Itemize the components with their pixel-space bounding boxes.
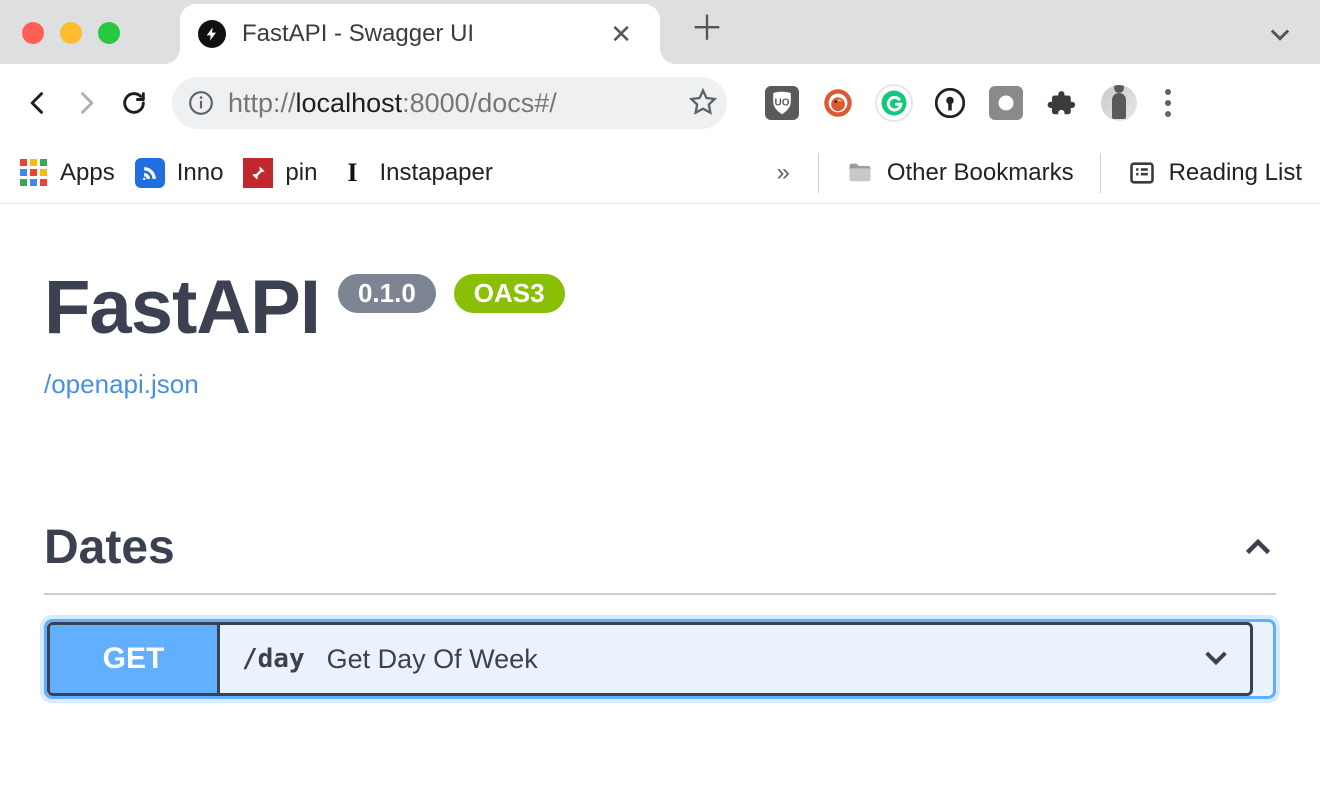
bookmark-instapaper[interactable]: I Instapaper	[337, 158, 492, 188]
chevron-up-icon	[1240, 530, 1276, 566]
operation-get-day[interactable]: GET /day Get Day Of Week	[44, 619, 1276, 699]
tag-section-dates: Dates GET /day Get Day Of Week	[44, 520, 1276, 699]
pocket-extension-icon[interactable]	[989, 86, 1023, 120]
window-zoom-button[interactable]	[98, 22, 120, 44]
oas-badge: OAS3	[454, 274, 565, 313]
http-method-badge: GET	[50, 625, 220, 693]
tag-header[interactable]: Dates	[44, 520, 1276, 595]
swagger-header: FastAPI 0.1.0 OAS3	[44, 264, 1276, 351]
url-text: http://localhost:8000/docs#/	[228, 88, 557, 119]
url-scheme: http://	[228, 88, 296, 118]
apps-grid-icon	[18, 158, 48, 188]
api-title: FastAPI	[44, 264, 320, 351]
extensions-row: UO	[765, 83, 1177, 123]
tag-name: Dates	[44, 520, 175, 575]
chrome-menu-button[interactable]	[1159, 83, 1177, 123]
bookmarks-overflow-button[interactable]: »	[776, 159, 791, 187]
new-tab-button[interactable]: ＋	[690, 1, 724, 50]
chevron-down-icon	[1200, 641, 1250, 678]
bolt-icon	[198, 20, 226, 48]
back-button[interactable]	[18, 83, 58, 123]
reading-list-label: Reading List	[1169, 159, 1302, 187]
other-bookmarks-button[interactable]: Other Bookmarks	[845, 158, 1074, 188]
url-path: :8000/docs#/	[402, 88, 557, 118]
apps-button[interactable]: Apps	[18, 158, 115, 188]
version-badge: 0.1.0	[338, 274, 436, 313]
bookmark-label: Inno	[177, 159, 224, 187]
apps-label: Apps	[60, 159, 115, 187]
separator	[818, 153, 819, 193]
tab-title: FastAPI - Swagger UI	[242, 20, 586, 48]
address-bar[interactable]: http://localhost:8000/docs#/	[172, 77, 727, 129]
tab-overflow-button[interactable]	[1266, 20, 1294, 53]
ublock-extension-icon[interactable]: UO	[765, 86, 799, 120]
rss-icon	[135, 158, 165, 188]
swagger-ui: FastAPI 0.1.0 OAS3 /openapi.json Dates G…	[0, 204, 1320, 739]
window-minimize-button[interactable]	[60, 22, 82, 44]
site-info-icon[interactable]	[188, 90, 214, 116]
window-controls	[22, 22, 120, 44]
pin-icon	[243, 158, 273, 188]
operation-summary: Get Day Of Week	[327, 644, 538, 675]
active-tab[interactable]: FastAPI - Swagger UI ✕	[180, 4, 660, 64]
bookmark-label: Instapaper	[379, 159, 492, 187]
bookmark-pin[interactable]: pin	[243, 158, 317, 188]
other-bookmarks-label: Other Bookmarks	[887, 159, 1074, 187]
forward-button[interactable]	[66, 83, 106, 123]
bookmarks-bar: Apps Inno pin I Instapaper » Other Bookm…	[0, 142, 1320, 204]
bookmark-label: pin	[285, 159, 317, 187]
svg-text:UO: UO	[775, 98, 790, 109]
profile-avatar[interactable]	[1101, 85, 1137, 121]
grammarly-extension-icon[interactable]	[877, 86, 911, 120]
operation-path: /day	[220, 644, 327, 674]
url-host: localhost	[296, 88, 403, 118]
openapi-spec-link[interactable]: /openapi.json	[44, 369, 1276, 400]
instapaper-icon: I	[337, 158, 367, 188]
folder-icon	[845, 158, 875, 188]
duckduckgo-extension-icon[interactable]	[821, 86, 855, 120]
onepassword-extension-icon[interactable]	[933, 86, 967, 120]
reading-list-button[interactable]: Reading List	[1127, 158, 1302, 188]
reload-button[interactable]	[114, 83, 154, 123]
operation-inner: GET /day Get Day Of Week	[47, 622, 1253, 696]
reading-list-icon	[1127, 158, 1157, 188]
bookmark-star-button[interactable]	[689, 87, 717, 120]
toolbar: http://localhost:8000/docs#/ UO	[0, 64, 1320, 142]
browser-chrome: FastAPI - Swagger UI ✕ ＋ http://localhos…	[0, 0, 1320, 204]
bookmark-inno[interactable]: Inno	[135, 158, 224, 188]
extensions-puzzle-icon[interactable]	[1045, 86, 1079, 120]
separator	[1100, 153, 1101, 193]
tab-strip: FastAPI - Swagger UI ✕ ＋	[0, 0, 1320, 64]
window-close-button[interactable]	[22, 22, 44, 44]
close-tab-button[interactable]: ✕	[602, 15, 640, 54]
